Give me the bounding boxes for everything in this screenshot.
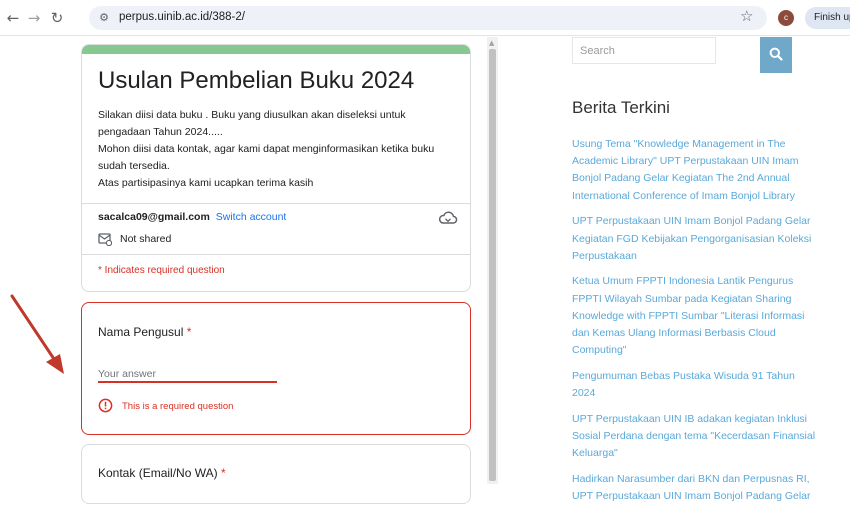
- form-title: Usulan Pembelian Buku 2024: [98, 67, 415, 94]
- account-info: sacalca09@gmail.com Switch account: [98, 211, 286, 223]
- news-heading: Berita Terkini: [572, 98, 670, 117]
- description-line: Silakan diisi data buku . Buku yang dius…: [98, 109, 406, 138]
- scrollbar-thumb[interactable]: [489, 49, 496, 481]
- not-shared-icon: [98, 233, 112, 246]
- finish-update-button[interactable]: Finish update: [805, 7, 850, 29]
- profile-avatar[interactable]: c: [778, 10, 794, 26]
- reload-icon[interactable]: ↻: [47, 8, 67, 28]
- question-title: Nama Pengusul *: [98, 325, 191, 339]
- search-input[interactable]: [572, 37, 716, 64]
- description-line: Mohon diisi data kontak, agar kami dapat…: [98, 143, 435, 172]
- account-email: sacalca09@gmail.com: [98, 211, 210, 223]
- search-button[interactable]: [760, 37, 792, 73]
- cloud-offline-icon[interactable]: [438, 209, 458, 227]
- error-message: This is a required question: [122, 401, 234, 412]
- news-link[interactable]: Pengumuman Bebas Pustaka Wisuda 91 Tahun…: [572, 368, 818, 402]
- required-asterisk: *: [186, 325, 192, 339]
- news-link[interactable]: Hadirkan Narasumber dari BKN dan Perpusn…: [572, 471, 818, 505]
- forward-arrow-icon[interactable]: →: [24, 8, 44, 28]
- news-link[interactable]: UPT Perpustakaan UIN Imam Bonjol Padang …: [572, 213, 818, 265]
- question-label: Kontak (Email/No WA): [98, 466, 218, 480]
- news-link[interactable]: UPT Perpustakaan UIN IB adakan kegiatan …: [572, 411, 818, 463]
- question-title: Kontak (Email/No WA) *: [98, 466, 226, 480]
- site-info-icon[interactable]: ⚙: [95, 9, 113, 27]
- nama-pengusul-input[interactable]: [98, 367, 277, 383]
- question-card-nama-pengusul: Nama Pengusul * This is a required quest…: [81, 302, 471, 435]
- news-list: Usung Tema "Knowledge Management in The …: [572, 136, 818, 514]
- error-icon: [98, 398, 113, 413]
- required-note: * Indicates required question: [98, 265, 225, 276]
- annotation-arrow-icon: [10, 294, 64, 374]
- browser-toolbar: ← → ↻ ⚙ perpus.uinib.ac.id/388-2/ ☆ c Fi…: [0, 0, 850, 36]
- form-description: Silakan diisi data buku . Buku yang dius…: [98, 107, 458, 192]
- url-text[interactable]: perpus.uinib.ac.id/388-2/: [119, 11, 245, 23]
- address-bar[interactable]: ⚙ perpus.uinib.ac.id/388-2/: [89, 6, 767, 30]
- description-line: Atas partisipasinya kami ucapkan terima …: [98, 177, 314, 189]
- divider: [82, 254, 470, 255]
- scroll-up-arrow-icon[interactable]: ▲: [489, 39, 494, 47]
- header-accent-bar: [82, 45, 470, 54]
- news-link[interactable]: Usung Tema "Knowledge Management in The …: [572, 136, 818, 205]
- switch-account-link[interactable]: Switch account: [216, 211, 287, 223]
- form-header-card: Usulan Pembelian Buku 2024 Silakan diisi…: [81, 44, 471, 292]
- divider: [82, 203, 470, 204]
- form-scrollbar[interactable]: ▲: [487, 37, 498, 484]
- search-icon: [769, 47, 783, 61]
- bookmark-star-icon[interactable]: ☆: [740, 7, 753, 25]
- question-label: Nama Pengusul: [98, 325, 184, 339]
- back-arrow-icon[interactable]: ←: [3, 8, 23, 28]
- not-shared-label: Not shared: [120, 233, 172, 245]
- news-link[interactable]: Ketua Umum FPPTI Indonesia Lantik Pengur…: [572, 273, 818, 359]
- question-card-kontak: Kontak (Email/No WA) *: [81, 444, 471, 504]
- required-asterisk: *: [220, 466, 226, 480]
